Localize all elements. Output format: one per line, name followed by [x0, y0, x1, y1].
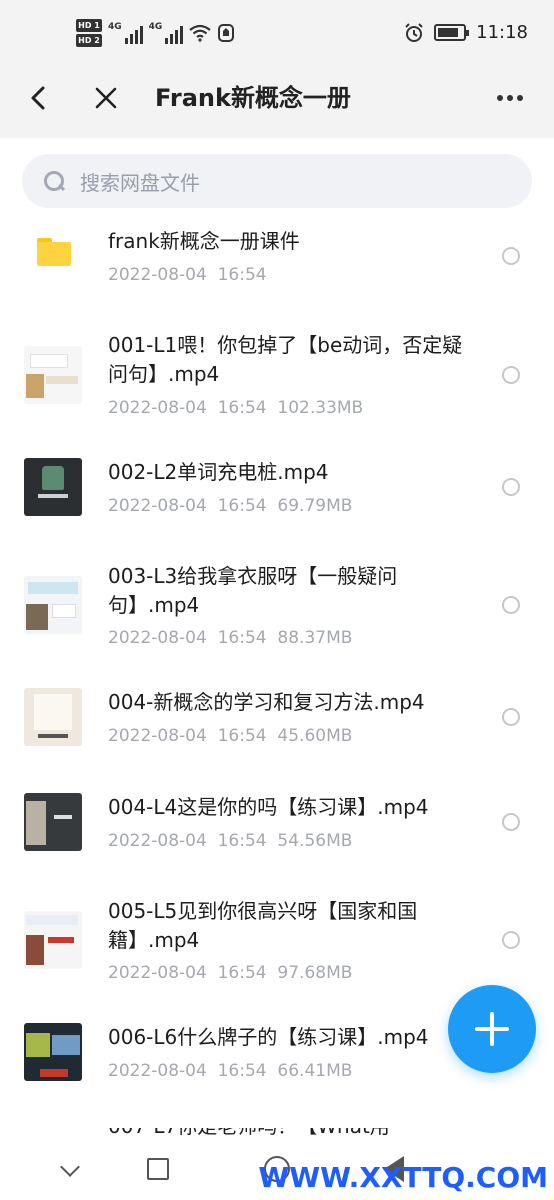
status-icons-right: 11:18: [404, 22, 528, 43]
file-name: 007-L7你是老师吗？【What用: [108, 1128, 390, 1141]
recents-button[interactable]: [147, 1158, 169, 1180]
select-radio[interactable]: [502, 247, 520, 265]
file-name: 004-L4这是你的吗【练习课】.mp4: [108, 795, 429, 819]
file-name: 003-L3给我拿衣服呀【一般疑问句】.mp4: [108, 564, 398, 617]
search-icon: [42, 169, 66, 193]
video-thumbnail: [24, 911, 82, 969]
hd-icons: HD 1 HD 2: [76, 19, 102, 47]
video-thumbnail: [24, 793, 82, 851]
file-meta: 2022-08-04 16:54: [108, 265, 267, 285]
file-name: 001-L1喂！你包掉了【be动词，否定疑问句】.mp4: [108, 333, 463, 386]
page-title: Frank新概念一册: [155, 84, 351, 112]
file-meta: 2022-08-04 16:54 45.60MB: [108, 726, 353, 746]
clock: 11:18: [476, 22, 528, 43]
status-bar: HD 1 HD 2 4G 4G 11:18: [0, 0, 554, 58]
list-item-partial[interactable]: 007-L7你是老师吗？【What用: [108, 1128, 480, 1142]
nfc-icon: [218, 24, 235, 42]
select-radio[interactable]: [502, 708, 520, 726]
file-name: frank新概念一册课件: [108, 229, 300, 253]
list-item[interactable]: 004-L4这是你的吗【练习课】.mp4 2022-08-04 16:54 54…: [0, 791, 554, 863]
list-item[interactable]: 002-L2单词充电桩.mp4 2022-08-04 16:54 69.79MB: [0, 456, 554, 528]
file-meta: 2022-08-04 16:54 66.41MB: [108, 1061, 353, 1081]
signal-icon-2: 4G: [149, 22, 184, 44]
close-icon: [95, 87, 117, 109]
network-type-1: 4G: [108, 22, 122, 32]
list-item[interactable]: 005-L5见到你很高兴呀【国家和国籍】.mp4 2022-08-04 16:5…: [0, 895, 554, 995]
search-placeholder[interactable]: 搜索网盘文件: [80, 167, 200, 196]
file-meta: 2022-08-04 16:54 97.68MB: [108, 963, 353, 983]
add-button[interactable]: [448, 985, 536, 1073]
file-name: 004-新概念的学习和复习方法.mp4: [108, 690, 425, 714]
video-thumbnail: [24, 688, 82, 746]
file-meta: 2022-08-04 16:54 88.37MB: [108, 628, 353, 648]
file-name: 006-L6什么牌子的【练习课】.mp4: [108, 1025, 429, 1049]
signal-icon-1: 4G: [108, 22, 143, 44]
folder-icon: [37, 238, 71, 266]
chevron-left-icon: [31, 86, 45, 110]
select-radio[interactable]: [502, 366, 520, 384]
watermark: WWW.XXTTQ.COM: [258, 1161, 548, 1194]
close-button[interactable]: [88, 80, 124, 116]
file-name: 002-L2单词充电桩.mp4: [108, 460, 329, 484]
video-thumbnail: [24, 1023, 82, 1081]
file-name: 005-L5见到你很高兴呀【国家和国籍】.mp4: [108, 899, 418, 952]
more-options-button[interactable]: [490, 80, 530, 116]
search-bar[interactable]: 搜索网盘文件: [22, 154, 532, 208]
hd-1-icon: HD 1: [76, 19, 102, 32]
video-thumbnail: [24, 576, 82, 634]
chevron-down-icon[interactable]: [58, 1158, 82, 1182]
app-header: Frank新概念一册: [0, 58, 554, 138]
back-button[interactable]: [20, 80, 56, 116]
file-meta: 2022-08-04 16:54 69.79MB: [108, 496, 353, 516]
list-item[interactable]: 004-新概念的学习和复习方法.mp4 2022-08-04 16:54 45.…: [0, 686, 554, 758]
file-meta: 2022-08-04 16:54 102.33MB: [108, 398, 364, 418]
battery-icon: [434, 24, 470, 41]
status-icons-left: HD 1 HD 2 4G 4G: [76, 16, 235, 50]
select-radio[interactable]: [502, 931, 520, 949]
select-radio[interactable]: [502, 813, 520, 831]
more-dot-icon: [517, 95, 523, 101]
list-item[interactable]: 001-L1喂！你包掉了【be动词，否定疑问句】.mp4 2022-08-04 …: [0, 330, 554, 430]
network-type-2: 4G: [148, 22, 163, 32]
wifi-icon: [189, 24, 211, 42]
more-dot-icon: [507, 95, 513, 101]
video-thumbnail: [24, 458, 82, 516]
video-thumbnail: [24, 346, 82, 404]
list-item-folder[interactable]: frank新概念一册课件 2022-08-04 16:54: [0, 224, 554, 306]
select-radio[interactable]: [502, 596, 520, 614]
file-meta: 2022-08-04 16:54 54.56MB: [108, 831, 353, 851]
hd-2-icon: HD 2: [76, 34, 102, 47]
select-radio[interactable]: [502, 478, 520, 496]
more-dot-icon: [497, 95, 503, 101]
alarm-icon: [405, 22, 423, 42]
list-item[interactable]: 003-L3给我拿衣服呀【一般疑问句】.mp4 2022-08-04 16:54…: [0, 560, 554, 660]
